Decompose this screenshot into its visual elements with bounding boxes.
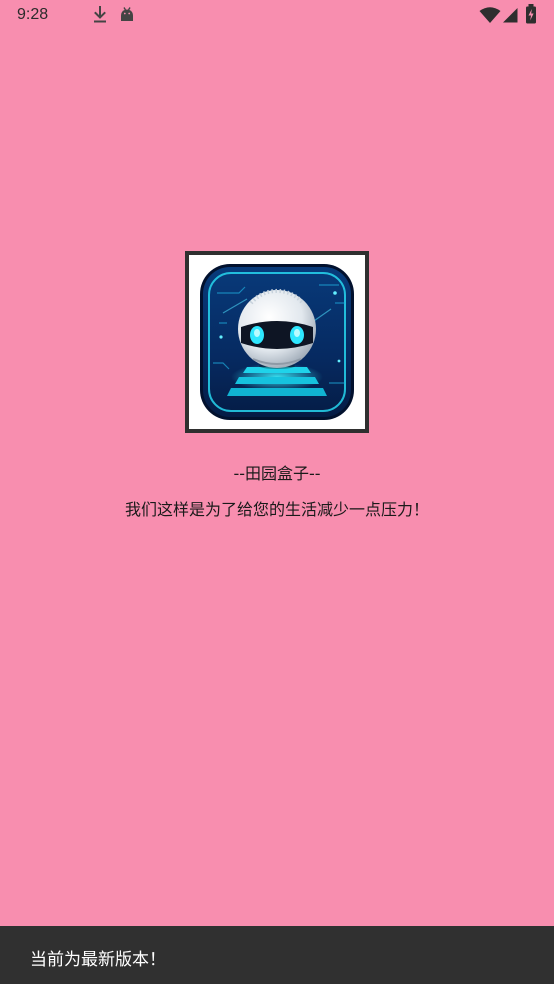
toast-notification: 当前为最新版本！	[0, 926, 554, 984]
download-icon	[94, 6, 106, 23]
robot-logo-icon	[200, 264, 354, 420]
android-icon	[121, 7, 133, 21]
toast-message: 当前为最新版本！	[30, 950, 166, 970]
battery-icon	[526, 4, 536, 24]
app-slogan: 我们这样是为了给您的生活减少一点压力！	[124, 500, 429, 519]
app-logo-frame	[185, 251, 369, 433]
status-bar: 9:28	[0, 0, 554, 32]
signal-icon	[503, 8, 518, 23]
wifi-icon	[479, 7, 501, 23]
status-time: 9:28	[17, 6, 49, 23]
app-title: --田园盒子--	[233, 464, 321, 483]
